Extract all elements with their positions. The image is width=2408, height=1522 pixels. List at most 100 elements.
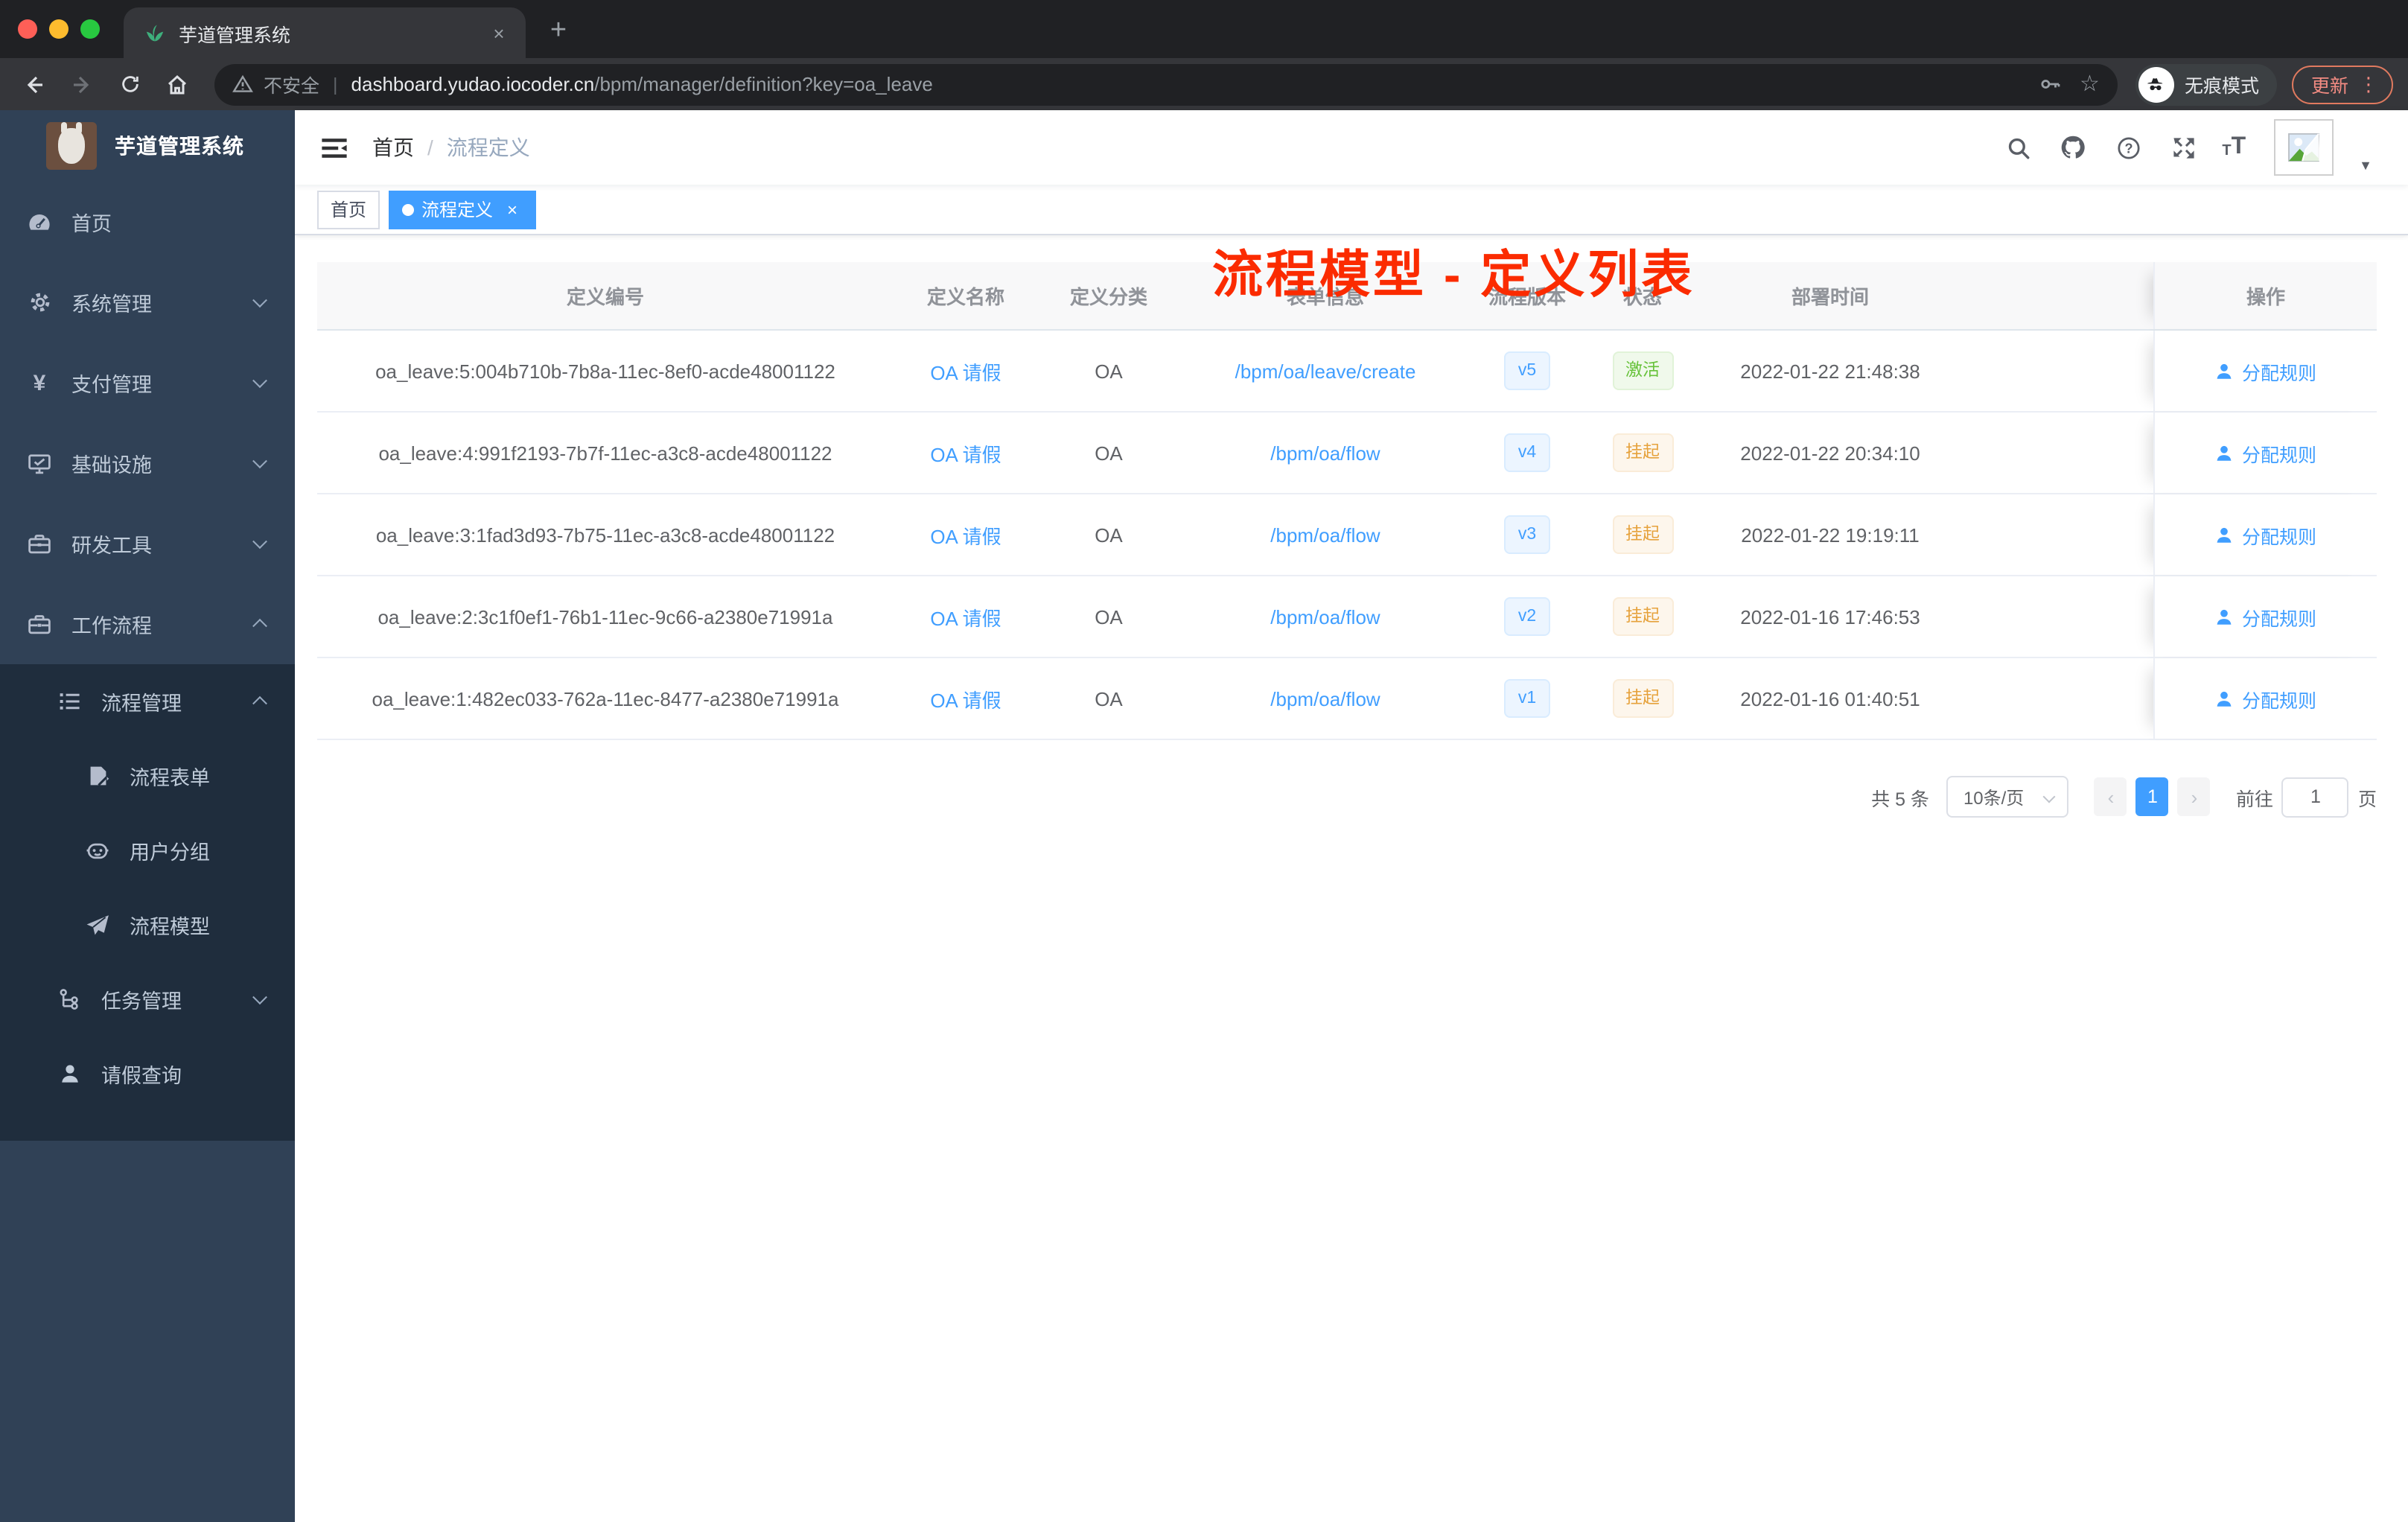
omnibox-separator: | xyxy=(333,74,338,95)
sidebar-item-payment[interactable]: ¥ 支付管理 xyxy=(0,343,295,423)
definition-name-link[interactable]: OA 请假 xyxy=(930,439,1001,467)
form-info-link[interactable]: /bpm/oa/flow xyxy=(1270,605,1380,628)
back-icon[interactable] xyxy=(15,65,54,104)
cell-definition-id: oa_leave:1:482ec033-762a-11ec-8477-a2380… xyxy=(372,687,839,710)
table-row: oa_leave:1:482ec033-762a-11ec-8477-a2380… xyxy=(317,658,2377,740)
cell-category: OA xyxy=(1095,442,1123,464)
sidebar-item-home[interactable]: 首页 xyxy=(0,182,295,262)
next-page-button[interactable]: › xyxy=(2177,777,2211,816)
forward-icon[interactable] xyxy=(63,65,101,104)
avatar-broken-image[interactable] xyxy=(2274,119,2334,176)
hamburger-icon[interactable] xyxy=(307,121,360,174)
page-size-select[interactable]: 10条/页 xyxy=(1946,776,2069,818)
assign-rule-button[interactable]: 分配规则 xyxy=(2215,357,2316,385)
cell-deploy-time: 2022-01-16 01:40:51 xyxy=(1740,687,1920,710)
fullscreen-icon[interactable] xyxy=(2167,131,2200,164)
dashboard-icon xyxy=(27,209,52,235)
table-row: oa_leave:5:004b710b-7b8a-11ec-8ef0-acde4… xyxy=(317,331,2377,413)
url-path[interactable]: /bpm/manager/definition?key=oa_leave xyxy=(594,73,933,95)
sidebar-item-label: 工作流程 xyxy=(71,615,152,637)
prev-page-button[interactable]: ‹ xyxy=(2094,777,2127,816)
sidebar-logo[interactable]: 芋道管理系统 xyxy=(0,110,295,182)
font-size-icon[interactable]: TT xyxy=(2222,135,2246,159)
new-tab-button[interactable]: + xyxy=(539,12,578,51)
definition-name-link[interactable]: OA 请假 xyxy=(930,602,1001,631)
chevron-up-icon xyxy=(252,695,267,711)
assign-rule-button[interactable]: 分配规则 xyxy=(2215,439,2316,467)
url-host[interactable]: dashboard.yudao.iocoder.cn xyxy=(351,73,595,95)
cell-filler xyxy=(1958,494,2153,575)
reload-icon[interactable] xyxy=(110,65,149,104)
sidebar-item-system[interactable]: 系统管理 xyxy=(0,262,295,343)
definition-name-link[interactable]: OA 请假 xyxy=(930,684,1001,713)
tab-title: 芋道管理系统 xyxy=(179,25,291,45)
column-header: 部署时间 xyxy=(1791,286,1869,308)
sidebar-item-label: 系统管理 xyxy=(71,293,152,316)
status-badge: 挂起 xyxy=(1612,597,1673,636)
browser-menu-update-button[interactable]: 更新 ⋮ xyxy=(2291,65,2393,104)
incognito-label: 无痕模式 xyxy=(2184,76,2259,97)
assign-rule-label: 分配规则 xyxy=(2241,690,2316,711)
sidebar-item-label: 首页 xyxy=(71,213,112,235)
page-size-value: 10条/页 xyxy=(1963,787,2025,808)
browser-tab[interactable]: 芋道管理系统 × xyxy=(124,7,526,58)
status-badge: 挂起 xyxy=(1612,515,1673,554)
star-icon[interactable]: ☆ xyxy=(2080,73,2100,95)
kebab-menu-icon[interactable]: ⋮ xyxy=(2359,72,2378,96)
definition-name-link[interactable]: OA 请假 xyxy=(930,357,1001,385)
tab-close-icon[interactable]: × xyxy=(487,22,511,44)
assign-rule-button[interactable]: 分配规则 xyxy=(2215,684,2316,713)
form-info-link[interactable]: /bpm/oa/leave/create xyxy=(1235,360,1416,382)
sidebar-item-devtools[interactable]: 研发工具 xyxy=(0,503,295,584)
key-icon[interactable] xyxy=(2036,73,2062,95)
goto-page-input[interactable] xyxy=(2281,777,2349,817)
tag-process-definition[interactable]: 流程定义 × xyxy=(389,190,537,229)
cell-filler xyxy=(1958,658,2153,739)
form-info-link[interactable]: /bpm/oa/flow xyxy=(1270,442,1380,464)
assign-rule-button[interactable]: 分配规则 xyxy=(2215,602,2316,631)
help-icon[interactable]: ? xyxy=(2112,131,2144,164)
search-icon[interactable] xyxy=(2001,131,2034,164)
window-zoom-button[interactable] xyxy=(80,19,100,39)
version-badge: v4 xyxy=(1504,433,1550,472)
address-bar[interactable]: 不安全 | dashboard.yudao.iocoder.cn/bpm/man… xyxy=(214,63,2118,105)
window-close-button[interactable] xyxy=(18,19,37,39)
page-unit-label: 页 xyxy=(2357,789,2377,809)
cell-definition-id: oa_leave:2:3c1f0ef1-76b1-11ec-9c66-a2380… xyxy=(378,605,833,628)
form-info-link[interactable]: /bpm/oa/flow xyxy=(1270,523,1380,546)
tag-home[interactable]: 首页 xyxy=(317,190,380,229)
sidebar-item-label: 流程管理 xyxy=(101,692,182,715)
cell-category: OA xyxy=(1095,687,1123,710)
cell-deploy-time: 2022-01-16 17:46:53 xyxy=(1740,605,1920,628)
sidebar-item-process-model[interactable]: 流程模型 xyxy=(0,888,295,962)
caret-down-icon[interactable]: ▼ xyxy=(2359,158,2372,173)
sidebar-item-process-management[interactable]: 流程管理 xyxy=(0,664,295,739)
page-number-1[interactable]: 1 xyxy=(2135,777,2169,816)
assign-rule-button[interactable]: 分配规则 xyxy=(2215,520,2316,549)
briefcase-icon xyxy=(27,611,52,637)
update-label: 更新 xyxy=(2310,76,2348,97)
breadcrumb-home[interactable]: 首页 xyxy=(372,133,414,162)
cell-deploy-time: 2022-01-22 19:19:11 xyxy=(1741,523,1920,546)
sidebar-item-infra[interactable]: 基础设施 xyxy=(0,423,295,503)
home-icon[interactable] xyxy=(158,65,197,104)
workflow-submenu: 流程管理 流程表单 用户分组 流程模型 任务管理 请假查询 xyxy=(0,664,295,1141)
monitor-icon xyxy=(27,450,52,476)
breadcrumb-current: 流程定义 xyxy=(446,136,530,159)
security-label[interactable]: 不安全 xyxy=(264,70,319,98)
sidebar-item-leave-query[interactable]: 请假查询 xyxy=(0,1037,295,1111)
screen: 芋道管理系统 × + 不安全 | dashboard.yudao.iocoder… xyxy=(0,0,2408,1522)
cell-deploy-time: 2022-01-22 21:48:38 xyxy=(1740,360,1920,382)
active-dot xyxy=(402,203,415,215)
sidebar-item-user-group[interactable]: 用户分组 xyxy=(0,813,295,888)
tag-close-icon[interactable]: × xyxy=(502,191,523,227)
definition-name-link[interactable]: OA 请假 xyxy=(930,520,1001,549)
sidebar-item-task-management[interactable]: 任务管理 xyxy=(0,962,295,1037)
chevron-down-icon xyxy=(252,990,267,1005)
pagination: 共 5 条 10条/页 ‹ 1 › 前往 页 xyxy=(317,776,2377,818)
sidebar-item-process-form[interactable]: 流程表单 xyxy=(0,739,295,813)
window-minimize-button[interactable] xyxy=(49,19,69,39)
sidebar-item-workflow[interactable]: 工作流程 xyxy=(0,584,295,664)
form-info-link[interactable]: /bpm/oa/flow xyxy=(1270,687,1380,710)
github-icon[interactable] xyxy=(2057,131,2089,164)
